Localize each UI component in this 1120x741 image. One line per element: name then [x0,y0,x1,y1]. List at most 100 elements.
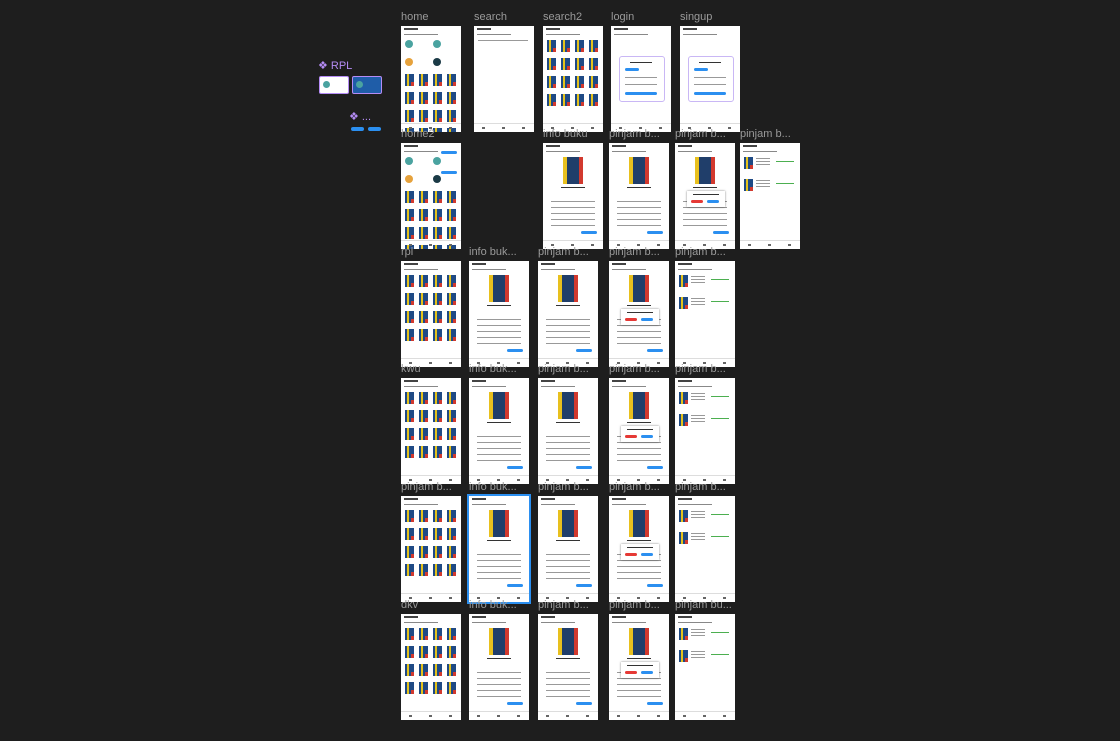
detail-row [683,225,727,226]
frame-pinjam-4[interactable] [401,496,461,602]
book-cover [433,410,442,422]
profile-icon [449,715,452,717]
frame-pinjam-2b[interactable] [609,261,669,367]
frame-kwu[interactable] [401,378,461,484]
frame-subtitle [541,504,575,505]
book-cover-large [695,157,715,184]
frame-info-buku-4[interactable] [467,494,531,604]
borrow-button [507,466,523,469]
frame-pinjam-3b[interactable] [609,378,669,484]
borrow-button [507,584,523,587]
frame-label: pinjam b... [401,481,452,493]
frame-home2[interactable] [401,143,461,249]
frame-pinjam-1b[interactable] [675,143,735,249]
component-set-title[interactable]: ❖ RPL [318,59,352,73]
frame-label: pinjam b... [538,481,589,493]
confirm-button [641,318,653,321]
frame-pinjam-4b[interactable] [609,496,669,602]
frame-header [546,145,560,147]
frame-label: pinjam b... [675,363,726,375]
borrow-button [713,231,729,234]
email-field [694,77,726,78]
frame-rpl[interactable] [401,261,461,367]
button-component-secondary[interactable] [368,127,381,131]
frame-search[interactable] [474,26,534,132]
confirm-button [641,671,653,674]
component-set-title-2[interactable]: ❖ ... [349,110,371,124]
detail-row [477,319,521,320]
book-cover [405,92,414,104]
book-cover [419,311,428,323]
book-cover [433,311,442,323]
frame-pinjam-1c[interactable] [740,143,800,249]
book-cover [679,510,688,522]
book-title [627,187,651,188]
frame-pinjam-5a[interactable] [538,614,598,720]
frame-header [404,498,418,500]
dialog-text [627,312,653,313]
frame-label: pinjam b... [609,246,660,258]
frame-info-buku-1[interactable] [543,143,603,249]
book-cover [447,92,456,104]
frame-info-buku-2[interactable] [469,261,529,367]
book-cover [575,40,584,52]
book-cover [405,74,414,86]
frame-pinjam-3a[interactable] [538,378,598,484]
book-cover-large [563,157,583,184]
category-icon [433,157,441,165]
detail-row [617,566,661,567]
frame-pinjam-5c[interactable] [675,614,735,720]
frame-singup[interactable] [680,26,740,132]
detail-row [617,343,661,344]
detail-row [683,213,727,214]
frame-subtitle [472,622,506,623]
frame-pinjam-2a[interactable] [538,261,598,367]
detail-row [477,454,521,455]
frame-pinjam-4c[interactable] [675,496,735,602]
frame-dkv[interactable] [401,614,461,720]
component-icon: ❖ [349,111,359,123]
detail-row [683,219,727,220]
frame-login[interactable] [611,26,671,132]
book-cover [419,392,428,404]
profile-icon [788,244,791,246]
frame-pinjam-3c[interactable] [675,378,735,484]
book-detail [691,393,705,394]
book-cover [405,311,414,323]
book-detail [756,164,770,165]
detail-row [546,566,590,567]
frame-label: pinjam b... [609,599,660,611]
cancel-button [625,435,637,438]
frame-label: pinjam b... [538,363,589,375]
book-title [627,540,651,541]
detail-row [477,690,521,691]
frame-pinjam-2c[interactable] [675,261,735,367]
frame-info-buku-5[interactable] [469,614,529,720]
frame-pinjam-4a[interactable] [538,496,598,602]
button-component-primary[interactable] [351,127,364,131]
detail-row [617,331,661,332]
detail-row [546,560,590,561]
frame-header [612,616,626,618]
borrow-button [576,349,592,352]
frame-info-buku-3[interactable] [469,378,529,484]
category-icon [405,40,413,48]
frame-search2[interactable] [543,26,603,132]
book-title [627,422,651,423]
book-title [487,658,511,659]
borrow-button [507,349,523,352]
frame-pinjam-5b[interactable] [609,614,669,720]
book-cover [433,564,442,576]
component-variant-dark[interactable] [352,76,382,94]
book-title [627,305,651,306]
book-cover [447,428,456,440]
frame-subtitle [477,34,511,35]
frame-header [404,145,418,147]
component-variant-light[interactable] [319,76,349,94]
frame-pinjam-1a[interactable] [609,143,669,249]
book-cover [447,227,456,239]
home-icon [637,715,640,717]
book-cover-large [558,392,578,419]
design-canvas[interactable]: ❖ RPL ❖ ... home search search2 login singup… [0,0,1120,741]
frame-home[interactable] [401,26,461,132]
